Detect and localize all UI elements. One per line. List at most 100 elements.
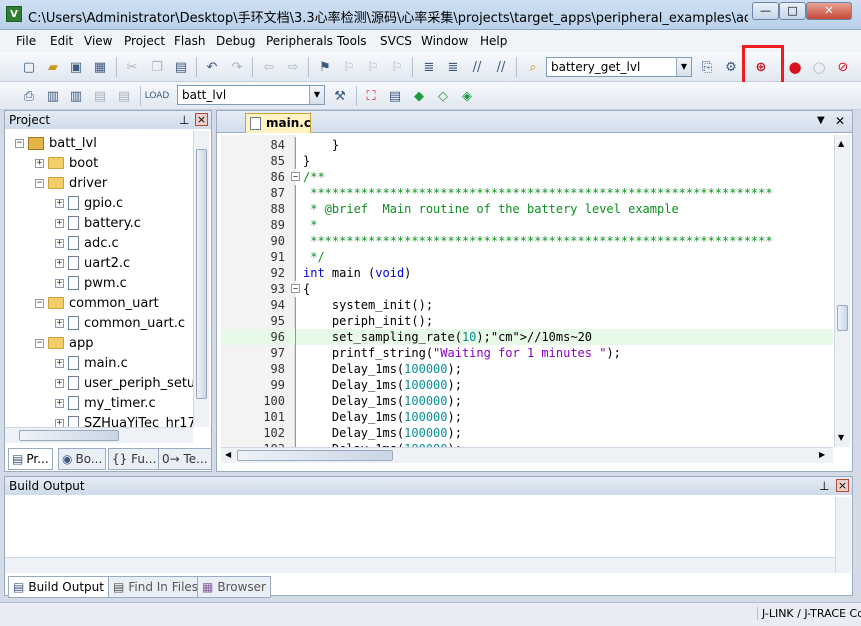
comment-icon[interactable]: // xyxy=(468,58,486,76)
translate-icon[interactable]: ⎙ xyxy=(20,87,38,105)
tree-item-file[interactable]: + user_periph_setup xyxy=(55,373,195,393)
kill-breakpoints-icon[interactable]: ⊘ xyxy=(834,58,852,76)
menu-svcs[interactable]: SVCS xyxy=(380,34,412,48)
open-folder-icon[interactable]: ▰ xyxy=(44,58,62,76)
select-software-packs-icon[interactable]: ◇ xyxy=(434,87,452,105)
tab-list-icon[interactable]: ▼ xyxy=(817,115,825,126)
save-icon[interactable]: ▣ xyxy=(67,58,85,76)
maximize-button[interactable]: □ xyxy=(779,2,806,20)
expand-icon[interactable]: + xyxy=(55,398,64,408)
target-combo[interactable]: batt_lvl ▼ xyxy=(177,85,325,105)
nav-forward-icon[interactable]: ⇨ xyxy=(284,58,302,76)
download-icon[interactable]: LOAD xyxy=(145,87,170,105)
tab-project[interactable]: ▤ Pr... xyxy=(8,448,53,470)
code-text[interactable]: } xyxy=(303,153,310,169)
tab-find-in-files[interactable]: ▤ Find In Files xyxy=(108,576,204,598)
chevron-down-icon[interactable]: ▼ xyxy=(676,58,691,76)
menu-file[interactable]: File xyxy=(16,34,36,48)
fold-collapse-icon[interactable]: − xyxy=(291,284,300,293)
run-time-environment-icon[interactable]: ◈ xyxy=(458,87,476,105)
expand-icon[interactable]: + xyxy=(35,158,44,168)
code-text[interactable]: ****************************************… xyxy=(303,185,772,201)
scroll-right-icon[interactable]: ▶ xyxy=(819,450,825,459)
build-vscrollbar[interactable] xyxy=(835,497,851,573)
fold-collapse-icon[interactable]: − xyxy=(291,172,300,181)
menu-edit[interactable]: Edit xyxy=(50,34,73,48)
expand-icon[interactable]: + xyxy=(55,378,64,388)
code-text[interactable]: int main (void) xyxy=(303,265,411,281)
file-extensions-icon[interactable]: ▤ xyxy=(386,87,404,105)
pin-icon[interactable]: ⊥ xyxy=(179,111,189,129)
disable-breakpoint-icon[interactable]: ○ xyxy=(810,58,828,76)
collapse-icon[interactable]: − xyxy=(15,138,24,148)
tab-build-output[interactable]: ▤ Build Output xyxy=(8,576,109,598)
tab-functions[interactable]: {} Fu... xyxy=(108,448,161,470)
cut-icon[interactable]: ✂ xyxy=(123,58,141,76)
tree-item-project[interactable]: − batt_lvl xyxy=(15,133,97,153)
scroll-left-icon[interactable]: ◀ xyxy=(225,450,231,459)
scroll-thumb[interactable] xyxy=(837,305,848,331)
editor-vscrollbar[interactable]: ▲ ▼ xyxy=(834,135,850,447)
prev-bookmark-icon[interactable]: ⚐ xyxy=(340,58,358,76)
code-text[interactable]: Delay_1ms(100000); xyxy=(303,377,462,393)
project-vscrollbar[interactable] xyxy=(193,131,209,427)
configure-icon[interactable]: ⚙ xyxy=(722,58,740,76)
menu-tools[interactable]: Tools xyxy=(337,34,367,48)
tree-item-file[interactable]: + my_timer.c xyxy=(55,393,156,413)
code-text[interactable]: system_init(); xyxy=(303,297,433,313)
pack-installer-icon[interactable]: ◆ xyxy=(410,87,428,105)
scroll-up-icon[interactable]: ▲ xyxy=(838,139,844,148)
expand-icon[interactable]: + xyxy=(55,358,64,368)
uncomment-icon[interactable]: // xyxy=(492,58,510,76)
tree-item-folder[interactable]: − driver xyxy=(35,173,107,193)
tree-item-file[interactable]: + main.c xyxy=(55,353,128,373)
close-icon[interactable]: × xyxy=(195,113,208,126)
collapse-icon[interactable]: − xyxy=(35,338,44,348)
next-bookmark-icon[interactable]: ⚐ xyxy=(364,58,382,76)
collapse-icon[interactable]: − xyxy=(35,298,44,308)
expand-icon[interactable]: + xyxy=(55,218,64,228)
scroll-thumb[interactable] xyxy=(19,430,119,441)
expand-icon[interactable]: + xyxy=(55,318,64,328)
tree-item-file[interactable]: + pwm.c xyxy=(55,273,127,293)
tree-item-file[interactable]: + SZHuaYiTec_hr17 xyxy=(55,413,195,427)
function-combo[interactable]: battery_get_lvl ▼ xyxy=(546,57,692,77)
target-options-icon[interactable]: ⚒ xyxy=(331,87,349,105)
expand-icon[interactable]: + xyxy=(55,418,64,427)
stop-build-icon[interactable]: ▤ xyxy=(115,87,133,105)
code-text[interactable]: periph_init(); xyxy=(303,313,433,329)
tab-main-c[interactable]: main.c xyxy=(245,113,311,133)
chevron-down-icon[interactable]: ▼ xyxy=(309,86,324,104)
code-text[interactable]: Delay_1ms(100000); xyxy=(303,425,462,441)
build-hscrollbar[interactable] xyxy=(5,557,835,573)
scroll-thumb[interactable] xyxy=(196,149,207,399)
project-hscrollbar[interactable] xyxy=(5,427,193,443)
copy-icon[interactable]: ❐ xyxy=(148,58,166,76)
indent-icon[interactable]: ≣ xyxy=(420,58,438,76)
code-text[interactable]: */ xyxy=(303,249,324,265)
undo-icon[interactable]: ↶ xyxy=(203,58,221,76)
paste-icon[interactable]: ▤ xyxy=(172,58,190,76)
scroll-down-icon[interactable]: ▼ xyxy=(838,433,844,442)
expand-icon[interactable]: + xyxy=(55,198,64,208)
nav-back-icon[interactable]: ⇦ xyxy=(260,58,278,76)
build-icon[interactable]: ▥ xyxy=(44,87,62,105)
unindent-icon[interactable]: ≣ xyxy=(444,58,462,76)
menu-flash[interactable]: Flash xyxy=(174,34,205,48)
code-text[interactable]: * @brief Main routine of the battery lev… xyxy=(303,201,678,217)
code-text[interactable]: Delay_1ms(100000); xyxy=(303,393,462,409)
code-text[interactable]: { xyxy=(303,281,310,297)
tab-browser[interactable]: ▦ Browser xyxy=(197,576,271,598)
tree-item-file[interactable]: + uart2.c xyxy=(55,253,130,273)
redo-icon[interactable]: ↷ xyxy=(228,58,246,76)
code-text[interactable]: printf_string("Waiting for 1 minutes "); xyxy=(303,345,621,361)
code-text[interactable]: } xyxy=(303,137,339,153)
incremental-find-icon[interactable]: ⎘ xyxy=(698,58,716,76)
code-area[interactable]: 84 } 85} 86−/** 87 ************************… xyxy=(221,135,833,447)
tree-item-folder[interactable]: − app xyxy=(35,333,93,353)
code-text[interactable]: * xyxy=(303,217,317,233)
save-all-icon[interactable]: ▦ xyxy=(91,58,109,76)
menu-help[interactable]: Help xyxy=(480,34,507,48)
menu-project[interactable]: Project xyxy=(124,34,165,48)
tree-item-file[interactable]: + common_uart.c xyxy=(55,313,185,333)
